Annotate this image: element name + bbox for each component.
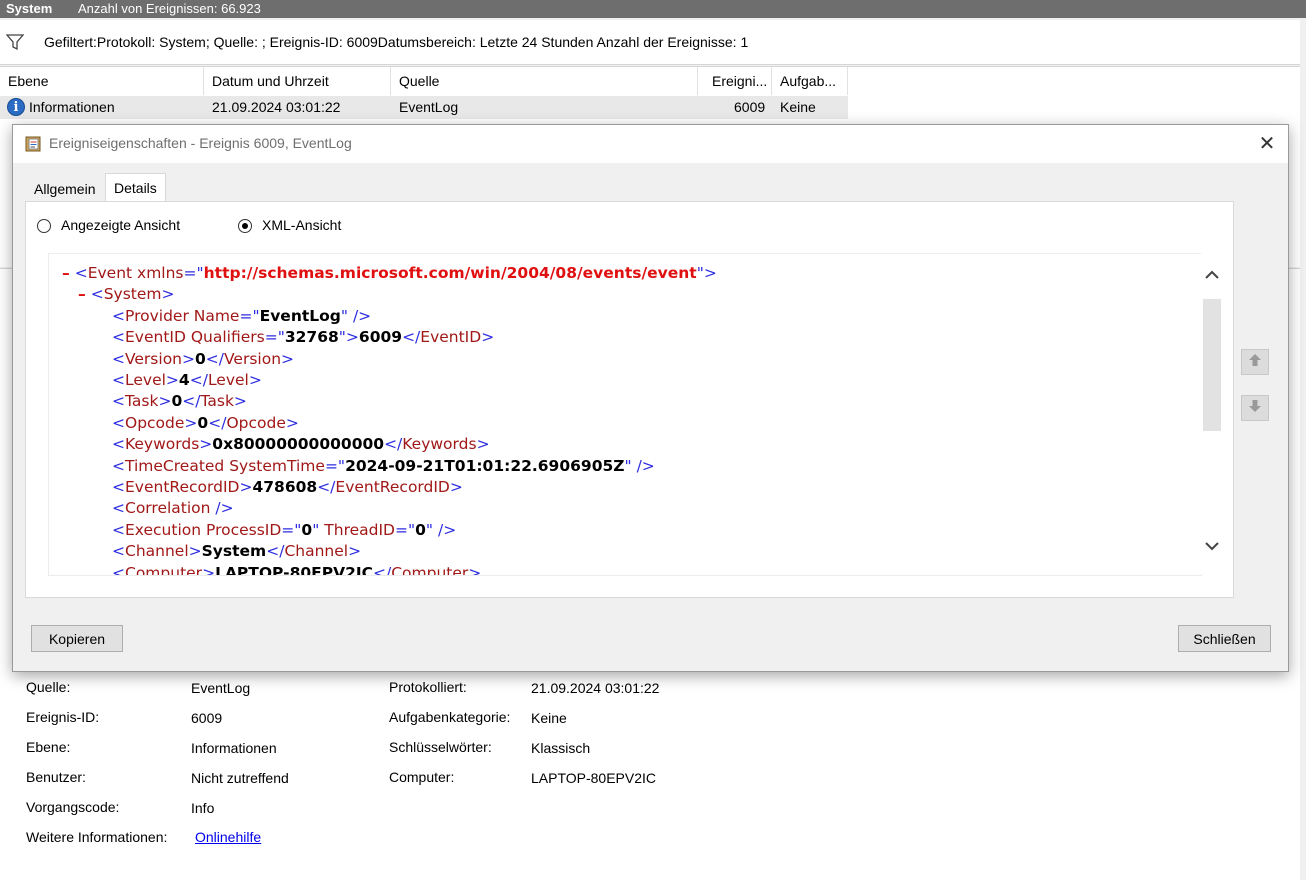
close-button[interactable]: Schließen <box>1178 625 1271 652</box>
event-list-header: Ebene Datum und Uhrzeit Quelle Ereigni..… <box>0 67 848 95</box>
row-level: Informationen <box>29 99 115 115</box>
xml-line-recordid: <EventRecordID>478608</EventRecordID> <box>112 478 463 496</box>
row-datetime: 21.09.2024 03:01:22 <box>212 99 341 115</box>
row-task: Keine <box>780 99 816 115</box>
scroll-down-icon[interactable] <box>1203 538 1221 560</box>
computer-label: Computer: <box>389 769 455 785</box>
row-source: EventLog <box>399 99 459 115</box>
dialog-title-bar: Ereigniseigenschaften - Ereignis 6009, E… <box>13 125 1288 163</box>
user-value: Nicht zutreffend <box>191 770 289 786</box>
source-value: EventLog <box>191 680 251 696</box>
xml-line-execution: <Execution ProcessID="0" ThreadID="0" /> <box>112 520 457 539</box>
radio-button[interactable] <box>37 219 51 233</box>
column-header-source[interactable]: Quelle <box>391 67 698 95</box>
previous-event-icon[interactable] <box>1241 349 1269 375</box>
xml-view[interactable]: – <Event xmlns="http://schemas.microsoft… <box>48 253 1202 576</box>
log-header-bar: System Anzahl von Ereignissen: 66.923 <box>0 0 1306 18</box>
level-value: Informationen <box>191 740 277 756</box>
info-icon: i <box>7 98 25 116</box>
xml-line-channel: <Channel>System</Channel> <box>112 542 362 561</box>
scrollbar-thumb[interactable] <box>1203 299 1221 431</box>
event-properties-dialog: Ereigniseigenschaften - Ereignis 6009, E… <box>12 124 1289 672</box>
radio-button-selected[interactable] <box>238 219 252 233</box>
event-id-label: Ereignis-ID: <box>26 709 100 725</box>
collapse-toggle[interactable]: – <box>62 264 70 282</box>
filter-bar: Gefiltert:Protokoll: System; Quelle: ; E… <box>0 20 1300 65</box>
logged-label: Protokolliert: <box>389 679 467 695</box>
radio-label: XML-Ansicht <box>262 217 342 233</box>
log-name: System <box>6 1 53 16</box>
source-label: Quelle: <box>26 679 71 695</box>
xml-line-computer: <Computer>LAPTOP-80EPV2IC</Computer> <box>112 563 482 576</box>
close-icon[interactable]: ✕ <box>1256 133 1278 155</box>
next-event-icon[interactable] <box>1241 395 1269 421</box>
xml-line-correlation: <Correlation /> <box>112 499 234 518</box>
xml-line-opcode: <Opcode>0</Opcode> <box>112 413 299 432</box>
logged-value: 21.09.2024 03:01:22 <box>531 680 660 696</box>
row-event-id: 6009 <box>734 99 766 115</box>
opcode-value: Info <box>191 800 215 816</box>
keywords-label: Schlüsselwörter: <box>389 739 492 755</box>
event-viewer-icon <box>25 136 41 152</box>
level-label: Ebene: <box>26 739 71 755</box>
xml-line-system: – <System> <box>78 285 175 304</box>
computer-value: LAPTOP-80EPV2IC <box>531 770 657 786</box>
copy-button[interactable]: Kopieren <box>31 625 123 652</box>
task-category-value: Keine <box>531 710 567 726</box>
xml-line-level: <Level>4</Level> <box>112 371 262 389</box>
xml-line-timecreated: <TimeCreated SystemTime="2024-09-21T01:0… <box>112 456 655 475</box>
dialog-title: Ereigniseigenschaften - Ereignis 6009, E… <box>49 135 352 151</box>
xml-line-event: – <Event xmlns="http://schemas.microsoft… <box>62 264 717 282</box>
column-header-task[interactable]: Aufgab... <box>772 67 848 95</box>
opcode-label: Vorgangscode: <box>26 799 120 815</box>
xml-line-provider: <Provider Name="EventLog" /> <box>112 306 372 325</box>
filter-icon <box>6 34 24 51</box>
event-id-value: 6009 <box>191 710 223 726</box>
collapse-toggle[interactable]: – <box>78 285 86 303</box>
xml-line-keywords: <Keywords>0x80000000000000</Keywords> <box>112 435 490 454</box>
xml-line-version: <Version>0</Version> <box>112 349 295 368</box>
tab-details[interactable]: Details <box>105 173 166 202</box>
online-help-link[interactable]: Onlinehilfe <box>195 829 261 845</box>
filter-description: Gefiltert:Protokoll: System; Quelle: ; E… <box>44 34 749 50</box>
radio-label: Angezeigte Ansicht <box>61 217 181 233</box>
xml-line-eventid: <EventID Qualifiers="32768">6009</EventI… <box>112 328 495 347</box>
scroll-up-icon[interactable] <box>1203 267 1221 289</box>
table-row[interactable]: i Informationen 21.09.2024 03:01:22 Even… <box>0 96 848 119</box>
details-tab-panel: Angezeigte Ansicht XML-Ansicht – <Event … <box>25 201 1234 598</box>
tab-general[interactable]: Allgemein <box>25 176 105 202</box>
xml-scrollbar[interactable] <box>1201 253 1221 574</box>
xml-line-task: <Task>0</Task> <box>112 392 247 411</box>
task-category-label: Aufgabenkategorie: <box>389 709 511 725</box>
event-count: Anzahl von Ereignissen: 66.923 <box>78 1 261 16</box>
column-header-datetime[interactable]: Datum und Uhrzeit <box>204 67 391 95</box>
column-header-level[interactable]: Ebene <box>0 67 204 95</box>
keywords-value: Klassisch <box>531 740 591 756</box>
more-info-label: Weitere Informationen: <box>26 829 168 845</box>
user-label: Benutzer: <box>26 769 86 785</box>
column-header-event-id[interactable]: Ereigni... <box>698 67 772 95</box>
